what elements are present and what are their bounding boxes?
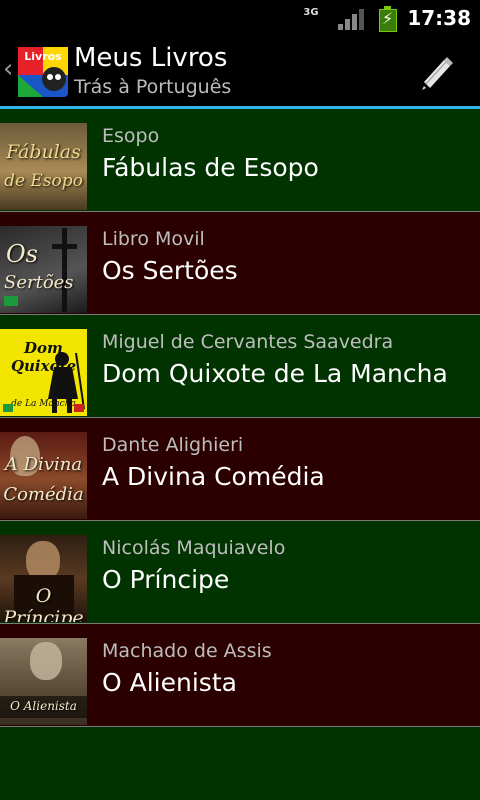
signal-icon <box>338 9 364 30</box>
app-logo-text: Livros <box>24 50 62 63</box>
battery-charging-icon: ⚡ <box>379 6 397 32</box>
pencil-icon[interactable] <box>416 52 458 94</box>
book-author: Libro Movil <box>102 228 205 250</box>
book-author: Nicolás Maquiavelo <box>102 537 286 559</box>
app-logo[interactable]: Livros <box>18 47 68 97</box>
list-item[interactable]: Os Sertões Libro Movil Os Sertões <box>0 212 480 315</box>
book-title: O Alienista <box>102 668 237 697</box>
list-item[interactable]: Dom Quixote de La Mancha Miguel de Cerva… <box>0 315 480 418</box>
book-cover: A Divina Comédia <box>0 432 87 519</box>
book-title: Dom Quixote de La Mancha <box>102 359 448 388</box>
list-item[interactable]: A Divina Comédia Dante Alighieri A Divin… <box>0 418 480 521</box>
list-item[interactable]: O Príncipe Nicolás Maquiavelo O Príncipe <box>0 521 480 624</box>
network-3g-icon: 3G <box>303 7 319 18</box>
book-author: Machado de Assis <box>102 640 272 662</box>
book-title: Os Sertões <box>102 256 238 285</box>
status-time: 17:38 <box>407 6 471 30</box>
book-list: Fábulas de Esopo Esopo Fábulas de Esopo … <box>0 109 480 727</box>
status-bar: 3G ⚡ 17:38 <box>0 0 480 38</box>
app-subtitle: Trás à Português <box>74 76 232 98</box>
book-title: O Príncipe <box>102 565 230 594</box>
action-bar: ‹ Livros Meus Livros Trás à Português <box>0 38 480 106</box>
app-title: Meus Livros <box>74 43 228 73</box>
book-cover: O Alienista <box>0 638 87 725</box>
book-author: Dante Alighieri <box>102 434 244 456</box>
book-title: Fábulas de Esopo <box>102 153 319 182</box>
book-cover: Dom Quixote de La Mancha <box>0 329 87 416</box>
book-cover: Os Sertões <box>0 226 87 313</box>
book-author: Miguel de Cervantes Saavedra <box>102 331 394 353</box>
book-title: A Divina Comédia <box>102 462 325 491</box>
book-cover: O Príncipe <box>0 535 87 622</box>
back-chevron-icon[interactable]: ‹ <box>3 56 13 82</box>
book-cover: Fábulas de Esopo <box>0 123 87 210</box>
list-item[interactable]: O Alienista Machado de Assis O Alienista <box>0 624 480 727</box>
list-item[interactable]: Fábulas de Esopo Esopo Fábulas de Esopo <box>0 109 480 212</box>
book-author: Esopo <box>102 125 160 147</box>
